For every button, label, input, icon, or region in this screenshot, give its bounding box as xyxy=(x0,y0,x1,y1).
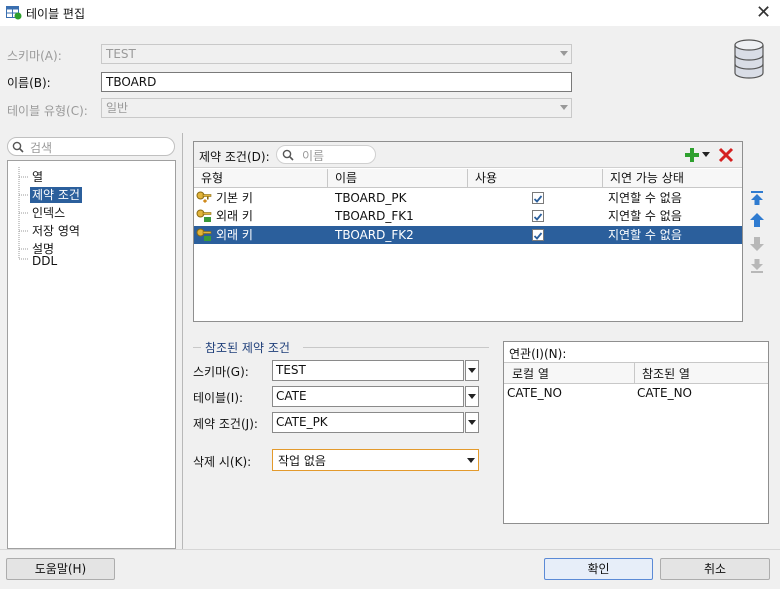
col-header-referenced[interactable]: 참조된 열 xyxy=(642,365,690,382)
ref-schema-label: 스키마(G): xyxy=(193,365,249,379)
on-delete-label: 삭제 시(K): xyxy=(193,455,252,469)
close-window-button[interactable]: ✕ xyxy=(756,2,771,23)
foreign-key-icon xyxy=(196,209,212,222)
table-row[interactable]: 기본 키 TBOARD_PK 지연할 수 없음 xyxy=(194,189,742,207)
table-row-selected[interactable]: 외래 키 TBOARD_FK2 지연할 수 없음 xyxy=(194,226,742,244)
filter-placeholder: 이름 xyxy=(302,149,325,163)
add-menu-chevron-icon[interactable] xyxy=(702,152,710,158)
enabled-checkbox[interactable] xyxy=(532,229,544,241)
cancel-button[interactable]: 취소 xyxy=(660,558,770,580)
cell-name: TBOARD_FK2 xyxy=(335,228,414,242)
on-delete-select[interactable]: 작업 없음 xyxy=(272,449,479,471)
on-delete-value: 작업 없음 xyxy=(278,454,326,468)
foreign-key-icon xyxy=(196,228,212,241)
sidebar-item-columns[interactable]: 열 xyxy=(30,169,45,185)
move-to-top-icon[interactable] xyxy=(749,190,765,206)
ref-table-label: 테이블(I): xyxy=(193,391,244,405)
association-header-row: 로컬 열 참조된 열 xyxy=(504,362,768,384)
title-bar xyxy=(0,0,780,26)
schema-label: 스키마(A): xyxy=(7,49,62,63)
database-icon xyxy=(734,39,764,79)
cell-type: 기본 키 xyxy=(216,191,253,205)
group-line-left xyxy=(193,347,201,348)
cell-type: 외래 키 xyxy=(216,209,253,223)
cell-referenced: CATE_NO xyxy=(637,386,692,400)
ok-button[interactable]: 확인 xyxy=(544,558,653,580)
sidebar-item-constraints[interactable]: 제약 조건 xyxy=(30,187,82,203)
association-panel: 연관(I)(N): 로컬 열 참조된 열 CATE_NO CATE_NO xyxy=(503,341,769,524)
ref-table-combo[interactable]: CATE xyxy=(272,386,464,407)
chevron-down-icon xyxy=(560,105,568,110)
cell-deferrable: 지연할 수 없음 xyxy=(608,209,682,223)
table-type-label: 테이블 유형(C): xyxy=(7,104,88,118)
nav-tree: 열 제약 조건 인덱스 저장 영역 설명 DDL xyxy=(7,160,176,549)
enabled-checkbox[interactable] xyxy=(532,210,544,222)
help-button[interactable]: 도움말(H) xyxy=(6,558,115,580)
panel-divider[interactable] xyxy=(182,133,183,549)
ref-constraint-combo[interactable]: CATE_PK xyxy=(272,412,464,433)
add-constraint-icon[interactable] xyxy=(684,147,700,163)
group-line-right xyxy=(303,347,489,348)
move-down-icon[interactable] xyxy=(749,236,765,252)
cell-type: 외래 키 xyxy=(216,228,253,242)
col-header-enabled[interactable]: 사용 xyxy=(468,169,603,188)
search-icon xyxy=(282,149,294,161)
column-divider xyxy=(634,363,635,383)
table-type-combo: 일반 xyxy=(101,98,572,118)
ref-schema-combo[interactable]: TEST xyxy=(272,360,464,381)
constraints-panel: 제약 조건(D): 이름 유형 이름 사용 지연 가능 상태 기본 키 TBOA… xyxy=(193,141,743,322)
col-header-deferrable[interactable]: 지연 가능 상태 xyxy=(603,169,742,188)
chevron-down-icon[interactable] xyxy=(465,386,479,407)
sidebar-item-indexes[interactable]: 인덱스 xyxy=(30,205,67,221)
constraints-label: 제약 조건(D): xyxy=(199,150,270,164)
tree-guide-lines xyxy=(18,167,28,260)
constraints-toolbar: 제약 조건(D): 이름 xyxy=(194,142,742,168)
name-label: 이름(B): xyxy=(7,76,51,90)
search-placeholder: 검색 xyxy=(30,141,53,155)
schema-value: TEST xyxy=(106,47,136,61)
schema-combo: TEST xyxy=(101,44,572,64)
constraints-filter-input[interactable]: 이름 xyxy=(276,145,376,164)
move-to-bottom-icon[interactable] xyxy=(749,258,765,274)
footer-divider xyxy=(0,549,780,550)
sidebar-item-storage[interactable]: 저장 영역 xyxy=(30,223,82,239)
window-title: 테이블 편집 xyxy=(26,7,86,21)
sidebar-search-input[interactable]: 검색 xyxy=(7,137,175,156)
enabled-checkbox[interactable] xyxy=(532,192,544,204)
sidebar-item-ddl[interactable]: DDL xyxy=(30,253,59,269)
search-icon xyxy=(12,141,24,153)
col-header-local[interactable]: 로컬 열 xyxy=(512,365,549,382)
primary-key-icon xyxy=(196,191,212,203)
cell-deferrable: 지연할 수 없음 xyxy=(608,191,682,205)
cell-name: TBOARD_FK1 xyxy=(335,209,414,223)
delete-constraint-icon[interactable] xyxy=(718,147,734,163)
chevron-down-icon[interactable] xyxy=(465,360,479,381)
table-row[interactable]: 외래 키 TBOARD_FK1 지연할 수 없음 xyxy=(194,207,742,225)
referenced-group-title: 참조된 제약 조건 xyxy=(205,341,290,355)
checkmark-icon xyxy=(533,213,543,221)
table-edit-app-icon xyxy=(6,6,22,20)
chevron-down-icon xyxy=(560,51,568,56)
table-type-value: 일반 xyxy=(106,101,129,115)
cell-deferrable: 지연할 수 없음 xyxy=(608,228,682,242)
cell-local: CATE_NO xyxy=(507,386,562,400)
cell-name: TBOARD_PK xyxy=(335,191,407,205)
checkmark-icon xyxy=(533,195,543,203)
ref-constraint-label: 제약 조건(J): xyxy=(193,417,258,431)
chevron-down-icon[interactable] xyxy=(465,412,479,433)
association-label: 연관(I)(N): xyxy=(509,347,567,361)
chevron-down-icon xyxy=(467,458,475,463)
col-header-name[interactable]: 이름 xyxy=(328,169,468,188)
col-header-type[interactable]: 유형 xyxy=(194,169,328,188)
name-input[interactable]: TBOARD xyxy=(101,72,572,92)
checkmark-icon xyxy=(533,232,543,240)
move-up-icon[interactable] xyxy=(749,212,765,228)
table-row[interactable]: CATE_NO CATE_NO xyxy=(504,385,768,403)
